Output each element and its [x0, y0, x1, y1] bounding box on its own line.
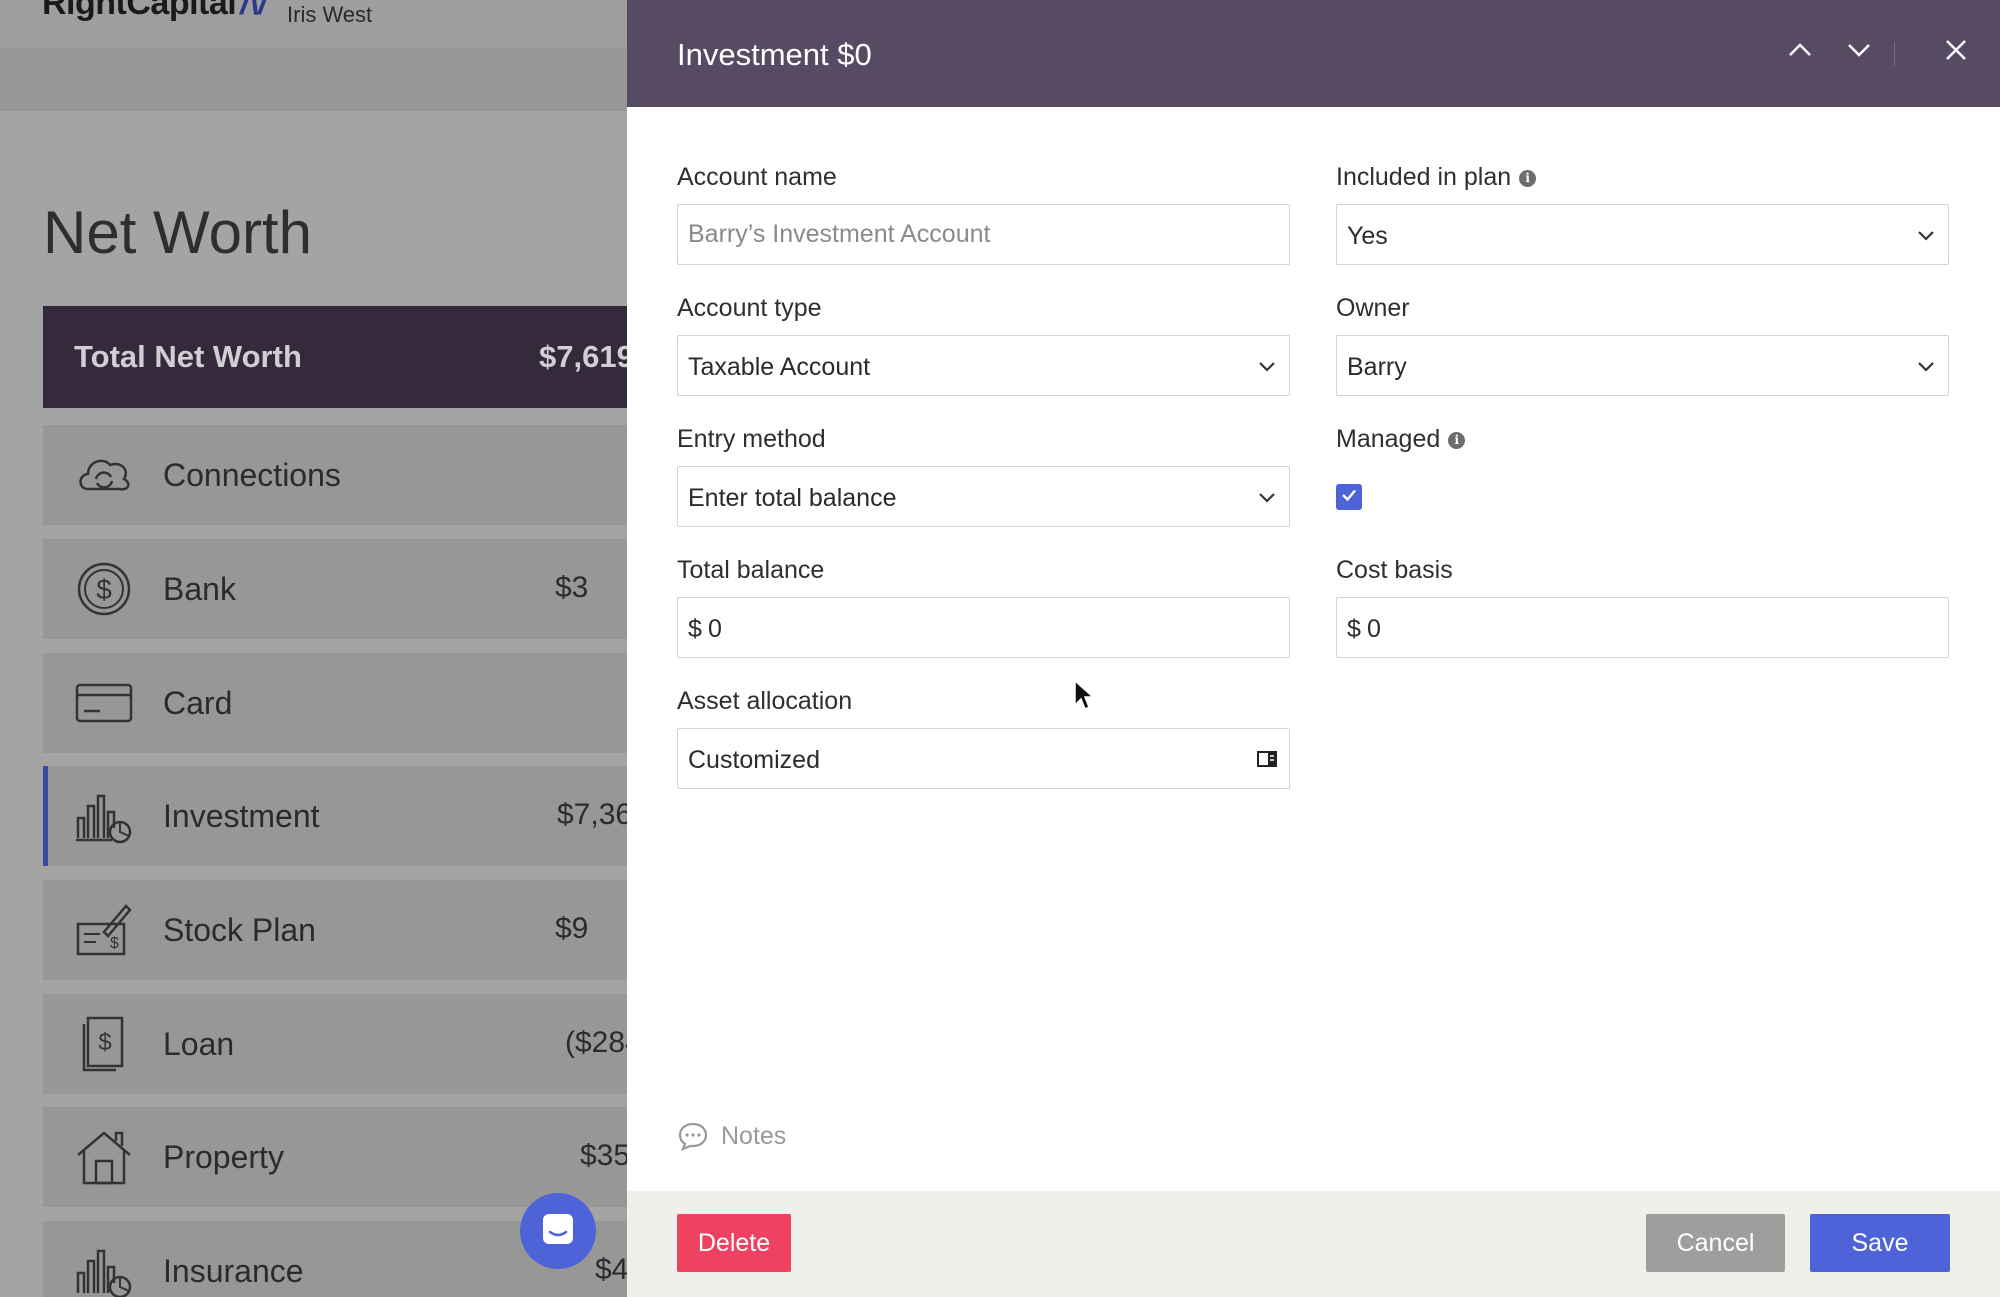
owner-label: Owner	[1336, 294, 1410, 322]
next-record-button[interactable]	[1839, 32, 1879, 72]
client-name: Iris West	[287, 2, 373, 27]
stock-plan-icon: $	[74, 902, 134, 958]
account-type-label: Account type	[677, 294, 822, 322]
investment-edit-drawer: Investment $0 Account name Included in p…	[627, 0, 2000, 1297]
chevron-down-icon	[1846, 37, 1872, 68]
chevron-up-icon	[1787, 37, 1813, 68]
account-name-label: Account name	[677, 163, 837, 191]
asset-allocation-field[interactable]: Customized	[677, 728, 1290, 789]
chevron-down-icon	[1914, 354, 1938, 378]
drawer-header: Investment $0	[627, 0, 2000, 107]
managed-checkbox[interactable]	[1336, 484, 1362, 510]
page-title: Net Worth	[43, 199, 312, 266]
category-label: Property	[163, 1139, 284, 1175]
asset-allocation-label: Asset allocation	[677, 687, 853, 715]
owner-select[interactable]: Barry	[1336, 335, 1949, 396]
included-in-plan-select[interactable]: Yes	[1336, 204, 1949, 265]
total-net-worth-value: $7,619	[539, 339, 634, 374]
category-label: Loan	[163, 1026, 235, 1062]
entry-method-value: Enter total balance	[688, 484, 897, 512]
previous-record-button[interactable]	[1780, 32, 1820, 72]
house-icon	[74, 1129, 134, 1185]
mouse-cursor-icon	[1073, 679, 1095, 713]
save-button[interactable]: Save	[1810, 1214, 1950, 1272]
category-label: Connections	[163, 457, 341, 493]
close-icon	[1943, 37, 1969, 68]
info-icon[interactable]: i	[1448, 431, 1466, 449]
account-name-input[interactable]	[688, 205, 1279, 264]
account-type-value: Taxable Account	[688, 353, 871, 381]
loan-document-icon: $	[74, 1016, 134, 1072]
account-name-field[interactable]	[677, 204, 1290, 265]
category-value: $3	[555, 571, 589, 604]
cost-basis-label: Cost basis	[1336, 556, 1453, 584]
delete-button[interactable]: Delete	[677, 1214, 791, 1272]
category-label: Bank	[163, 571, 236, 607]
checkmark-icon	[1340, 486, 1358, 509]
notes-toggle[interactable]: Notes	[677, 1121, 786, 1151]
category-row-property[interactable]: Property $35	[43, 1107, 643, 1207]
category-row-card[interactable]: Card	[43, 653, 643, 753]
notes-label: Notes	[721, 1121, 787, 1150]
chevron-down-icon	[1255, 354, 1279, 378]
drawer-footer: Delete Cancel Save	[627, 1191, 2000, 1297]
dollar-coin-icon: $	[74, 561, 134, 617]
cancel-button[interactable]: Cancel	[1646, 1214, 1785, 1272]
category-label: Insurance	[163, 1253, 304, 1289]
cost-basis-input[interactable]: $ 0	[1336, 597, 1949, 658]
category-row-connections[interactable]: Connections	[43, 425, 643, 525]
category-label: Investment	[163, 798, 320, 834]
entry-method-label: Entry method	[677, 425, 826, 453]
svg-text:$: $	[98, 1029, 111, 1056]
chat-launcher-button[interactable]	[520, 1193, 596, 1269]
category-row-bank[interactable]: $ Bank $3	[43, 539, 643, 639]
chevron-down-icon	[1914, 223, 1938, 247]
side-panel-icon[interactable]	[1255, 747, 1279, 771]
svg-text:$: $	[96, 574, 112, 605]
category-label: Stock Plan	[163, 912, 316, 948]
speech-bubble-icon	[678, 1122, 708, 1151]
category-value: $4	[595, 1253, 629, 1286]
currency-prefix: $	[1347, 615, 1361, 643]
svg-text:$: $	[110, 935, 119, 952]
info-icon[interactable]: i	[1519, 169, 1537, 187]
cost-basis-value: 0	[1367, 615, 1381, 643]
category-label: Card	[163, 685, 233, 721]
managed-label: Managed i	[1336, 425, 1466, 454]
chevron-down-icon	[1255, 485, 1279, 509]
owner-value: Barry	[1347, 353, 1407, 381]
category-row-stock-plan[interactable]: $ Stock Plan $9	[43, 880, 643, 980]
included-in-plan-label: Included in plan i	[1336, 163, 1537, 192]
total-balance-input[interactable]: $ 0	[677, 597, 1290, 658]
investment-chart-icon	[74, 788, 134, 844]
category-value: $9	[555, 912, 589, 945]
entry-method-select[interactable]: Enter total balance	[677, 466, 1290, 527]
category-row-investment[interactable]: Investment $7,36	[43, 766, 643, 866]
category-row-loan[interactable]: $ Loan ($284	[43, 994, 643, 1094]
asset-allocation-value: Customized	[688, 746, 820, 774]
total-net-worth-label: Total Net Worth	[74, 339, 302, 374]
app-logo: RightCapital/\/	[42, 0, 268, 22]
insurance-chart-icon	[74, 1243, 134, 1297]
total-net-worth-row: Total Net Worth $7,619	[43, 306, 643, 408]
category-value: $7,36	[557, 798, 633, 831]
total-balance-value: 0	[708, 615, 722, 643]
account-type-select[interactable]: Taxable Account	[677, 335, 1290, 396]
included-in-plan-value: Yes	[1347, 222, 1388, 250]
currency-prefix: $	[688, 615, 702, 643]
category-value: $35	[580, 1139, 631, 1172]
close-drawer-button[interactable]	[1936, 32, 1976, 72]
credit-card-icon	[74, 675, 134, 731]
total-balance-label: Total balance	[677, 556, 825, 584]
chat-icon	[540, 1211, 576, 1252]
header-divider	[1894, 42, 1895, 66]
cloud-sync-icon	[74, 447, 134, 503]
drawer-title: Investment $0	[677, 37, 872, 72]
